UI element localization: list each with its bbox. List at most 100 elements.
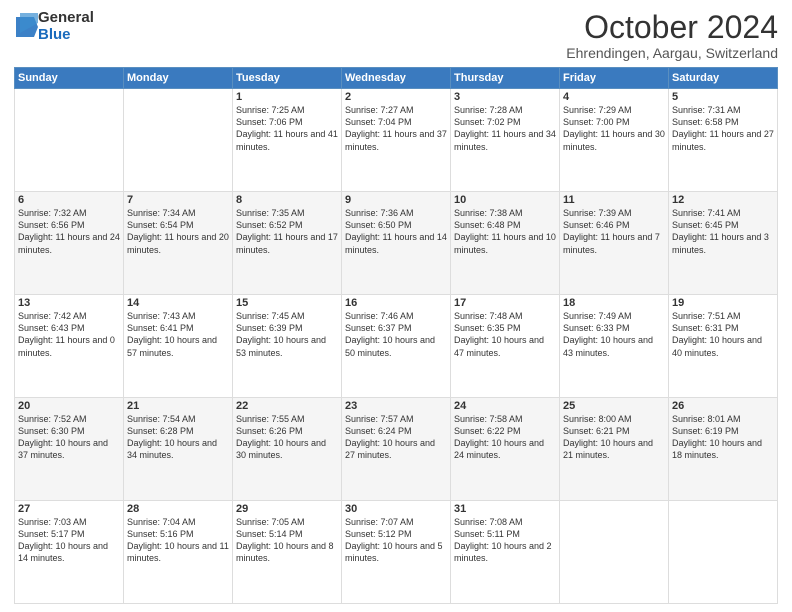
day-header-saturday: Saturday <box>669 68 778 89</box>
day-number: 17 <box>454 297 556 309</box>
calendar-cell: 18Sunrise: 7:49 AMSunset: 6:33 PMDayligh… <box>560 295 669 398</box>
day-header-wednesday: Wednesday <box>342 68 451 89</box>
calendar-cell: 2Sunrise: 7:27 AMSunset: 7:04 PMDaylight… <box>342 89 451 192</box>
calendar-header-row: SundayMondayTuesdayWednesdayThursdayFrid… <box>15 68 778 89</box>
calendar-cell: 26Sunrise: 8:01 AMSunset: 6:19 PMDayligh… <box>669 398 778 501</box>
day-info: Sunrise: 7:45 AMSunset: 6:39 PMDaylight:… <box>236 310 338 359</box>
day-info: Sunrise: 7:08 AMSunset: 5:11 PMDaylight:… <box>454 516 556 565</box>
day-info: Sunrise: 7:25 AMSunset: 7:06 PMDaylight:… <box>236 104 338 153</box>
calendar-cell: 16Sunrise: 7:46 AMSunset: 6:37 PMDayligh… <box>342 295 451 398</box>
day-number: 18 <box>563 297 665 309</box>
title-block: October 2024 Ehrendingen, Aargau, Switze… <box>566 10 778 61</box>
calendar-cell: 4Sunrise: 7:29 AMSunset: 7:00 PMDaylight… <box>560 89 669 192</box>
day-info: Sunrise: 7:38 AMSunset: 6:48 PMDaylight:… <box>454 207 556 256</box>
calendar-cell: 12Sunrise: 7:41 AMSunset: 6:45 PMDayligh… <box>669 192 778 295</box>
day-info: Sunrise: 7:54 AMSunset: 6:28 PMDaylight:… <box>127 413 229 462</box>
calendar-cell: 1Sunrise: 7:25 AMSunset: 7:06 PMDaylight… <box>233 89 342 192</box>
day-info: Sunrise: 7:28 AMSunset: 7:02 PMDaylight:… <box>454 104 556 153</box>
logo-text: General Blue <box>38 10 94 43</box>
calendar-cell <box>124 89 233 192</box>
day-number: 30 <box>345 503 447 515</box>
day-header-sunday: Sunday <box>15 68 124 89</box>
calendar-week-row: 1Sunrise: 7:25 AMSunset: 7:06 PMDaylight… <box>15 89 778 192</box>
calendar-cell <box>669 501 778 604</box>
day-info: Sunrise: 7:07 AMSunset: 5:12 PMDaylight:… <box>345 516 447 565</box>
calendar-cell <box>15 89 124 192</box>
calendar-cell: 7Sunrise: 7:34 AMSunset: 6:54 PMDaylight… <box>124 192 233 295</box>
day-info: Sunrise: 7:32 AMSunset: 6:56 PMDaylight:… <box>18 207 120 256</box>
calendar-cell: 20Sunrise: 7:52 AMSunset: 6:30 PMDayligh… <box>15 398 124 501</box>
calendar-cell: 9Sunrise: 7:36 AMSunset: 6:50 PMDaylight… <box>342 192 451 295</box>
logo: General Blue <box>14 10 94 43</box>
calendar-cell: 3Sunrise: 7:28 AMSunset: 7:02 PMDaylight… <box>451 89 560 192</box>
day-header-monday: Monday <box>124 68 233 89</box>
calendar-cell: 13Sunrise: 7:42 AMSunset: 6:43 PMDayligh… <box>15 295 124 398</box>
day-number: 27 <box>18 503 120 515</box>
day-info: Sunrise: 7:35 AMSunset: 6:52 PMDaylight:… <box>236 207 338 256</box>
day-number: 2 <box>345 91 447 103</box>
day-info: Sunrise: 7:04 AMSunset: 5:16 PMDaylight:… <box>127 516 229 565</box>
calendar-cell: 17Sunrise: 7:48 AMSunset: 6:35 PMDayligh… <box>451 295 560 398</box>
calendar-table: SundayMondayTuesdayWednesdayThursdayFrid… <box>14 67 778 604</box>
day-info: Sunrise: 7:42 AMSunset: 6:43 PMDaylight:… <box>18 310 120 359</box>
day-info: Sunrise: 7:36 AMSunset: 6:50 PMDaylight:… <box>345 207 447 256</box>
logo-general-text: General <box>38 10 94 27</box>
calendar-week-row: 27Sunrise: 7:03 AMSunset: 5:17 PMDayligh… <box>15 501 778 604</box>
day-info: Sunrise: 8:01 AMSunset: 6:19 PMDaylight:… <box>672 413 774 462</box>
day-info: Sunrise: 8:00 AMSunset: 6:21 PMDaylight:… <box>563 413 665 462</box>
calendar-week-row: 20Sunrise: 7:52 AMSunset: 6:30 PMDayligh… <box>15 398 778 501</box>
day-number: 7 <box>127 194 229 206</box>
day-number: 13 <box>18 297 120 309</box>
day-info: Sunrise: 7:05 AMSunset: 5:14 PMDaylight:… <box>236 516 338 565</box>
day-number: 14 <box>127 297 229 309</box>
calendar-cell: 10Sunrise: 7:38 AMSunset: 6:48 PMDayligh… <box>451 192 560 295</box>
day-info: Sunrise: 7:34 AMSunset: 6:54 PMDaylight:… <box>127 207 229 256</box>
day-header-tuesday: Tuesday <box>233 68 342 89</box>
day-number: 12 <box>672 194 774 206</box>
day-number: 21 <box>127 400 229 412</box>
calendar-cell: 15Sunrise: 7:45 AMSunset: 6:39 PMDayligh… <box>233 295 342 398</box>
calendar-cell: 5Sunrise: 7:31 AMSunset: 6:58 PMDaylight… <box>669 89 778 192</box>
calendar-cell: 29Sunrise: 7:05 AMSunset: 5:14 PMDayligh… <box>233 501 342 604</box>
page-header: General Blue October 2024 Ehrendingen, A… <box>14 10 778 61</box>
day-header-thursday: Thursday <box>451 68 560 89</box>
day-number: 8 <box>236 194 338 206</box>
calendar-cell: 30Sunrise: 7:07 AMSunset: 5:12 PMDayligh… <box>342 501 451 604</box>
calendar-cell: 11Sunrise: 7:39 AMSunset: 6:46 PMDayligh… <box>560 192 669 295</box>
calendar-cell: 28Sunrise: 7:04 AMSunset: 5:16 PMDayligh… <box>124 501 233 604</box>
day-number: 1 <box>236 91 338 103</box>
day-info: Sunrise: 7:03 AMSunset: 5:17 PMDaylight:… <box>18 516 120 565</box>
day-number: 19 <box>672 297 774 309</box>
day-number: 9 <box>345 194 447 206</box>
day-number: 26 <box>672 400 774 412</box>
day-header-friday: Friday <box>560 68 669 89</box>
calendar-cell: 31Sunrise: 7:08 AMSunset: 5:11 PMDayligh… <box>451 501 560 604</box>
calendar-week-row: 13Sunrise: 7:42 AMSunset: 6:43 PMDayligh… <box>15 295 778 398</box>
day-number: 3 <box>454 91 556 103</box>
day-number: 11 <box>563 194 665 206</box>
calendar-cell: 23Sunrise: 7:57 AMSunset: 6:24 PMDayligh… <box>342 398 451 501</box>
day-info: Sunrise: 7:51 AMSunset: 6:31 PMDaylight:… <box>672 310 774 359</box>
day-number: 24 <box>454 400 556 412</box>
day-info: Sunrise: 7:46 AMSunset: 6:37 PMDaylight:… <box>345 310 447 359</box>
day-number: 25 <box>563 400 665 412</box>
calendar-cell: 21Sunrise: 7:54 AMSunset: 6:28 PMDayligh… <box>124 398 233 501</box>
day-info: Sunrise: 7:41 AMSunset: 6:45 PMDaylight:… <box>672 207 774 256</box>
logo-icon <box>16 13 38 41</box>
day-number: 16 <box>345 297 447 309</box>
calendar-cell: 24Sunrise: 7:58 AMSunset: 6:22 PMDayligh… <box>451 398 560 501</box>
calendar-cell: 27Sunrise: 7:03 AMSunset: 5:17 PMDayligh… <box>15 501 124 604</box>
logo-blue-text: Blue <box>38 27 94 44</box>
location-text: Ehrendingen, Aargau, Switzerland <box>566 45 778 61</box>
calendar-week-row: 6Sunrise: 7:32 AMSunset: 6:56 PMDaylight… <box>15 192 778 295</box>
day-number: 31 <box>454 503 556 515</box>
day-number: 22 <box>236 400 338 412</box>
day-number: 4 <box>563 91 665 103</box>
calendar-cell <box>560 501 669 604</box>
day-info: Sunrise: 7:49 AMSunset: 6:33 PMDaylight:… <box>563 310 665 359</box>
day-info: Sunrise: 7:29 AMSunset: 7:00 PMDaylight:… <box>563 104 665 153</box>
day-info: Sunrise: 7:39 AMSunset: 6:46 PMDaylight:… <box>563 207 665 256</box>
day-number: 29 <box>236 503 338 515</box>
calendar-cell: 25Sunrise: 8:00 AMSunset: 6:21 PMDayligh… <box>560 398 669 501</box>
day-info: Sunrise: 7:27 AMSunset: 7:04 PMDaylight:… <box>345 104 447 153</box>
